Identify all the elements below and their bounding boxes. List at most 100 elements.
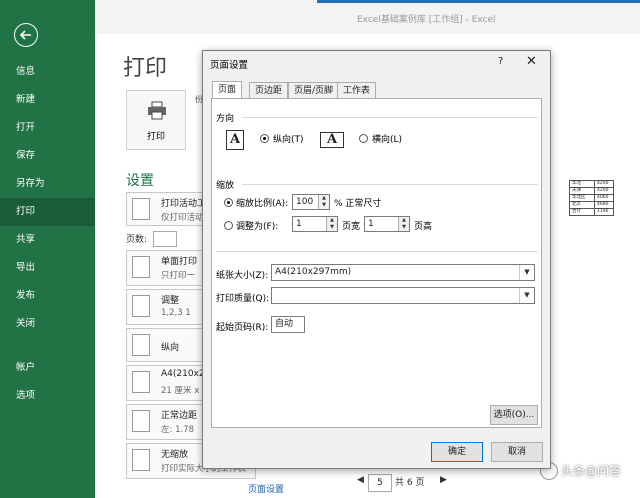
setting-desc: 只打印一 bbox=[161, 271, 196, 281]
setting-title: 调整 bbox=[161, 296, 180, 306]
portrait-radio[interactable] bbox=[260, 134, 269, 143]
collate-dropdown[interactable]: 调整 1,2,3 1 bbox=[126, 289, 206, 325]
sidebar-item-open[interactable]: 打开 bbox=[0, 114, 95, 142]
setting-title: 单面打印 bbox=[161, 257, 198, 267]
landscape-label[interactable]: 横向(L) bbox=[372, 132, 402, 145]
chevron-down-icon[interactable]: ▼ bbox=[519, 265, 534, 280]
first-page-label: 起始页码(R): bbox=[216, 323, 269, 333]
scale-percent-value: 100 bbox=[296, 197, 314, 207]
setting-desc: 仅打印活动 bbox=[161, 213, 204, 223]
table-row: 华北 4200 bbox=[569, 180, 614, 188]
options-button[interactable]: 选项(O)... bbox=[490, 405, 538, 425]
table-cell: 4060 bbox=[594, 194, 614, 202]
next-page-icon[interactable]: ▶ bbox=[440, 475, 447, 485]
watermark: 头条@问答 bbox=[540, 461, 621, 481]
dialog-title: 页面设置 bbox=[210, 60, 249, 71]
settings-heading: 设置 bbox=[126, 173, 154, 189]
setting-title: A4(210x2 bbox=[161, 369, 205, 379]
sidebar-item-options[interactable]: 选项 bbox=[0, 382, 95, 410]
sidebar-item-save-as[interactable]: 另存为 bbox=[0, 170, 95, 198]
pages-from-input[interactable] bbox=[153, 231, 177, 247]
current-page-input[interactable]: 5 bbox=[368, 474, 392, 492]
spinner-arrows-icon[interactable]: ▲ ▼ bbox=[318, 195, 329, 209]
sidebar-item-new[interactable]: 新建 bbox=[0, 86, 95, 114]
divider bbox=[242, 117, 538, 118]
tab-header-footer[interactable]: 页眉/页脚 bbox=[288, 82, 340, 98]
prev-page-icon[interactable]: ◀ bbox=[357, 475, 364, 485]
sidebar-item-export[interactable]: 导出 bbox=[0, 254, 95, 282]
page-tab-panel: 方向 A 纵向(T) A 横向(L) 缩放 缩放比例(A): 100 ▲ ▼ % 正… bbox=[211, 98, 542, 428]
sides-dropdown[interactable]: 单面打印 只打印一 bbox=[126, 250, 206, 286]
tab-page[interactable]: 页面 bbox=[212, 81, 243, 99]
spinner-arrows-icon[interactable]: ▲ ▼ bbox=[326, 217, 337, 231]
paper-size-select[interactable]: A4(210x297mm) ▼ bbox=[271, 264, 535, 281]
print-what-dropdown[interactable]: 打印活动工 仅打印活动 bbox=[126, 192, 206, 226]
sidebar-item-account[interactable]: 帐户 bbox=[0, 354, 95, 382]
sidebar-item-share[interactable]: 共享 bbox=[0, 226, 95, 254]
table-cell: 北京 bbox=[569, 201, 595, 209]
pages-label: 页数: bbox=[126, 235, 148, 245]
paper-size-dropdown[interactable]: A4(210x2 21 厘米 x bbox=[126, 365, 206, 401]
divider bbox=[216, 251, 538, 252]
setting-desc: 21 厘米 x bbox=[161, 386, 200, 396]
table-cell: 4680 bbox=[594, 201, 614, 209]
print-quality-select[interactable]: ▼ bbox=[271, 287, 535, 304]
fit-wide-unit: 页宽 bbox=[342, 222, 361, 232]
table-row: 合计 1190 bbox=[569, 208, 614, 216]
cancel-button[interactable]: 取消 bbox=[491, 442, 543, 462]
landscape-radio[interactable] bbox=[359, 134, 368, 143]
print-quality-label: 打印质量(Q): bbox=[216, 294, 270, 304]
table-cell: 1190 bbox=[594, 208, 614, 216]
sidebar-item-save[interactable]: 保存 bbox=[0, 142, 95, 170]
window-title: Excel基础案例库 [工作组] - Excel bbox=[357, 15, 496, 25]
page-setup-link[interactable]: 页面设置 bbox=[248, 482, 284, 495]
table-cell: 合计 bbox=[569, 208, 595, 216]
setting-title: 纵向 bbox=[161, 343, 180, 353]
scaling-heading: 缩放 bbox=[216, 181, 235, 191]
sidebar-item-close[interactable]: 关闭 bbox=[0, 310, 95, 338]
close-icon[interactable]: ✕ bbox=[526, 54, 537, 69]
portrait-label[interactable]: 纵向(T) bbox=[273, 132, 304, 145]
sidebar-item-publish[interactable]: 发布 bbox=[0, 282, 95, 310]
setting-title: 无缩放 bbox=[161, 450, 189, 460]
backstage-sidebar: 信息 新建 打开 保存 另存为 打印 共享 导出 发布 关闭 帐户 选项 bbox=[0, 0, 95, 498]
paper-size-label: 纸张大小(Z): bbox=[216, 271, 269, 281]
chevron-down-icon[interactable]: ▼ bbox=[519, 288, 534, 303]
tab-margins[interactable]: 页边距 bbox=[249, 82, 289, 98]
printer-icon bbox=[148, 101, 166, 120]
fit-wide-input[interactable]: 1 ▲ ▼ bbox=[292, 216, 338, 232]
help-icon[interactable]: ? bbox=[498, 56, 503, 67]
divider bbox=[242, 184, 538, 185]
setting-title: 正常边距 bbox=[161, 411, 198, 421]
setting-desc: 1,2,3 1 bbox=[161, 308, 191, 318]
spinner-arrows-icon[interactable]: ▲ ▼ bbox=[398, 217, 409, 231]
margins-dropdown[interactable]: 正常边距 左: 1.78 bbox=[126, 404, 206, 440]
setting-title: 打印活动工 bbox=[161, 199, 206, 209]
worksheet-icon bbox=[132, 198, 150, 220]
sidebar-item-info[interactable]: 信息 bbox=[0, 58, 95, 86]
margins-icon bbox=[132, 410, 150, 432]
fit-to-label[interactable]: 调整为(F): bbox=[236, 219, 278, 232]
fit-wide-value: 1 bbox=[296, 219, 302, 229]
print-button-label: 打印 bbox=[146, 132, 165, 142]
print-button[interactable]: 打印 bbox=[126, 90, 186, 150]
table-cell: 华北区 bbox=[569, 194, 595, 202]
one-sided-icon bbox=[132, 256, 150, 278]
sidebar-item-print[interactable]: 打印 bbox=[0, 198, 95, 226]
page-count: 共 6 页 bbox=[395, 478, 425, 488]
table-row: 华北区 4060 bbox=[569, 194, 614, 202]
paper-icon bbox=[132, 371, 150, 393]
ok-button[interactable]: 确定 bbox=[431, 442, 483, 462]
adjust-to-radio[interactable] bbox=[224, 198, 233, 207]
fit-tall-input[interactable]: 1 ▲ ▼ bbox=[364, 216, 410, 232]
scale-unit-label: % 正常尺寸 bbox=[334, 199, 382, 209]
orientation-dropdown[interactable]: 纵向 bbox=[126, 328, 206, 362]
fit-to-radio[interactable] bbox=[224, 221, 233, 230]
first-page-input[interactable]: 自动 bbox=[271, 316, 305, 333]
back-arrow-icon[interactable] bbox=[14, 23, 38, 47]
tab-sheet[interactable]: 工作表 bbox=[337, 82, 377, 98]
paper-size-value: A4(210x297mm) bbox=[275, 267, 352, 277]
scale-percent-input[interactable]: 100 ▲ ▼ bbox=[292, 194, 330, 210]
adjust-to-label[interactable]: 缩放比例(A): bbox=[236, 196, 288, 209]
table-cell: 天津 bbox=[569, 187, 595, 195]
